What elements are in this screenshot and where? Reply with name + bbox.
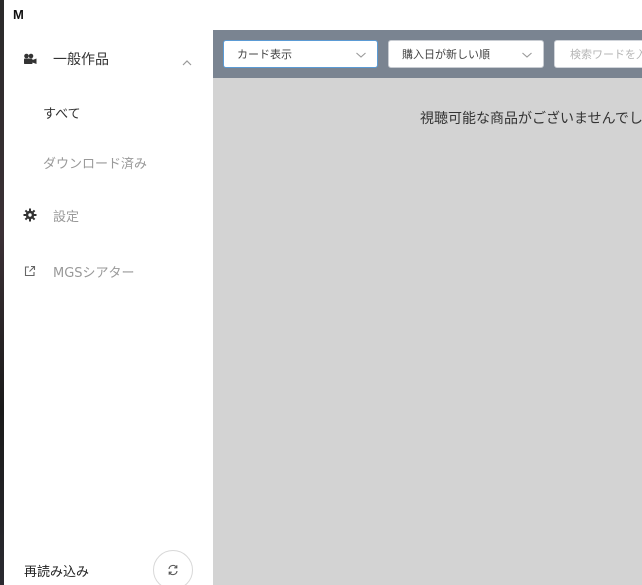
sidebar-item-label: 設定 — [53, 209, 80, 225]
sidebar-item-mgs-theater[interactable]: MGSシアター — [4, 261, 213, 281]
external-link-icon — [22, 263, 38, 279]
view-mode-value: カード表示 — [237, 48, 292, 61]
sort-order-select[interactable]: 購入日が新しい順 — [388, 40, 544, 68]
main-content: カード表示 購入日が新しい順 視聴可能な商品がございませんでし — [213, 30, 642, 585]
toolbar: カード表示 購入日が新しい順 — [213, 30, 642, 78]
reload-label: 再読み込み — [24, 565, 90, 580]
sidebar-item-settings[interactable]: 設定 — [4, 205, 213, 225]
sidebar-item-general-works[interactable]: 一般作品 — [4, 48, 213, 70]
title-bar: M — [4, 0, 642, 30]
sort-order-value: 購入日が新しい順 — [402, 48, 490, 61]
sidebar-subitem-all[interactable]: すべて — [43, 103, 81, 122]
sidebar-item-label: 一般作品 — [53, 52, 109, 68]
reload-button[interactable] — [153, 550, 193, 585]
gear-icon — [22, 207, 38, 223]
sidebar: 一般作品 すべて ダウンロード済み 設定 MGSシアター 再読み込み — [4, 30, 213, 585]
view-mode-select[interactable]: カード表示 — [223, 40, 378, 68]
movie-camera-icon — [22, 51, 38, 67]
chevron-down-icon — [355, 49, 367, 62]
sidebar-item-label: MGSシアター — [53, 265, 135, 281]
chevron-down-icon — [521, 49, 533, 62]
app-logo: M — [13, 7, 24, 22]
refresh-icon — [167, 561, 179, 580]
empty-state-message: 視聴可能な商品がございませんでし — [420, 111, 642, 127]
chevron-up-icon[interactable] — [181, 52, 193, 71]
search-input[interactable] — [554, 40, 642, 68]
sidebar-subitem-downloaded[interactable]: ダウンロード済み — [43, 153, 147, 172]
